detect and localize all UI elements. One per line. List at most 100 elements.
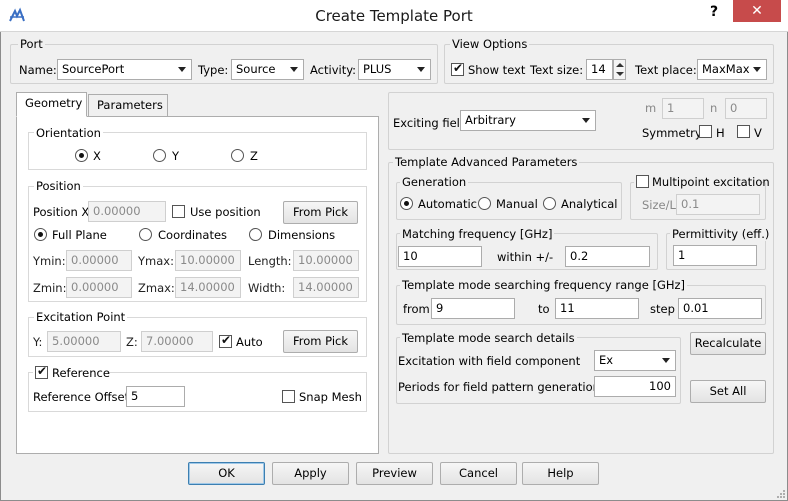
close-button[interactable]: ✕	[733, 0, 781, 22]
chevron-down-icon	[582, 118, 590, 123]
ymax-input[interactable]: 10.00000	[175, 250, 241, 271]
excitation-point-label: Excitation Point	[34, 310, 128, 324]
orientation-x-radio[interactable]	[75, 149, 88, 162]
excitation-z-input[interactable]: 7.00000	[141, 331, 213, 352]
ymin-input[interactable]: 0.00000	[66, 250, 132, 271]
generation-manual-radio[interactable]	[478, 197, 491, 210]
m-input[interactable]: 1	[662, 98, 704, 119]
text-size-label: Text size:	[530, 63, 584, 77]
help-button[interactable]: Help	[522, 462, 599, 485]
orientation-z-radio[interactable]	[231, 149, 244, 162]
excitation-from-pick-button[interactable]: From Pick	[283, 330, 358, 353]
text-size-input[interactable]: 14	[586, 59, 613, 80]
periods-input[interactable]: 100	[594, 376, 676, 397]
from-input[interactable]: 9	[431, 298, 515, 319]
tab-geometry[interactable]: Geometry	[16, 92, 87, 117]
reference-offset-label: Reference Offset	[33, 390, 130, 404]
orientation-y-radio[interactable]	[153, 149, 166, 162]
text-place-combo[interactable]: MaxMax	[697, 59, 767, 80]
multipoint-checkbox[interactable]	[636, 175, 649, 188]
symmetry-label: Symmetry	[642, 126, 702, 140]
length-input[interactable]: 10.00000	[293, 250, 359, 271]
position-from-pick-button[interactable]: From Pick	[283, 201, 358, 224]
generation-label: Generation	[400, 175, 469, 189]
snap-mesh-label: Snap Mesh	[299, 390, 362, 404]
excitation-y-input[interactable]: 5.00000	[47, 331, 121, 352]
full-plane-radio[interactable]	[34, 228, 47, 241]
from-label: from	[403, 302, 430, 316]
cancel-button[interactable]: Cancel	[440, 462, 517, 485]
type-combo[interactable]: Source	[231, 59, 304, 80]
field-component-combo[interactable]: Ex	[594, 350, 676, 371]
n-input[interactable]: 0	[725, 98, 767, 119]
generation-analytical-label: Analytical	[561, 197, 618, 211]
name-combo[interactable]: SourcePort	[57, 59, 192, 80]
m-label: m	[645, 101, 657, 115]
zmin-label: Zmin:	[33, 281, 67, 295]
sizel-label: Size/L	[642, 198, 676, 212]
port-group-label: Port	[18, 37, 45, 51]
generation-manual-label: Manual	[496, 197, 538, 211]
activity-combo[interactable]: PLUS	[358, 59, 431, 80]
use-position-checkbox[interactable]	[172, 205, 185, 218]
orientation-z-label: Z	[250, 149, 258, 163]
matching-frequency-label: Matching frequency [GHz]	[400, 227, 555, 241]
symmetry-v-label: V	[754, 126, 762, 140]
to-input[interactable]: 11	[555, 298, 639, 319]
width-input[interactable]: 14.00000	[293, 277, 359, 298]
permittivity-input[interactable]: 1	[673, 245, 757, 266]
preview-button[interactable]: Preview	[356, 462, 433, 485]
use-position-label: Use position	[190, 205, 261, 219]
show-text-label: Show text	[468, 63, 526, 77]
spin-up-icon	[616, 63, 624, 67]
tab-parameters[interactable]: Parameters	[88, 94, 168, 116]
auto-checkbox[interactable]	[219, 333, 232, 348]
dimensions-label: Dimensions	[268, 228, 336, 242]
exciting-field-combo[interactable]: Arbitrary	[460, 110, 596, 131]
apply-button[interactable]: Apply	[272, 462, 349, 485]
orientation-x-label: X	[93, 149, 101, 163]
type-combo-value: Source	[236, 62, 276, 76]
view-options-group-label: View Options	[450, 37, 530, 51]
zmax-input[interactable]: 14.00000	[175, 277, 241, 298]
search-details-label: Template mode search details	[400, 331, 577, 345]
excitation-z-label: Z:	[126, 335, 138, 349]
reference-checkbox[interactable]	[35, 364, 48, 379]
generation-analytical-radio[interactable]	[543, 197, 556, 210]
set-all-button[interactable]: Set All	[690, 380, 766, 403]
text-place-combo-value: MaxMax	[702, 62, 750, 76]
orientation-y-label: Y	[172, 149, 180, 163]
dimensions-radio[interactable]	[249, 228, 262, 241]
search-range-label: Template mode searching frequency range …	[400, 278, 688, 292]
ymax-label: Ymax:	[138, 254, 174, 268]
window-title: Create Template Port	[315, 7, 473, 25]
zmax-label: Zmax:	[138, 281, 175, 295]
matching-frequency-input[interactable]: 10	[398, 246, 482, 267]
step-label: step	[650, 302, 675, 316]
orientation-label: Orientation	[34, 126, 103, 140]
coordinates-radio[interactable]	[139, 228, 152, 241]
show-text-checkbox[interactable]	[451, 61, 464, 76]
reference-offset-input[interactable]: 5	[126, 386, 185, 407]
auto-label: Auto	[236, 335, 263, 349]
within-label: within +/-	[497, 250, 554, 264]
text-size-spinner[interactable]	[613, 59, 626, 80]
sizel-input[interactable]: 0.1	[676, 194, 760, 215]
generation-automatic-label: Automatic	[418, 197, 477, 211]
step-input[interactable]: 0.01	[678, 298, 762, 319]
zmin-input[interactable]: 0.00000	[66, 277, 132, 298]
position-x-input[interactable]: 0.00000	[88, 201, 166, 222]
within-input[interactable]: 0.2	[565, 246, 650, 267]
activity-combo-value: PLUS	[363, 62, 392, 76]
generation-automatic-radio[interactable]	[400, 197, 413, 210]
resize-grip-icon[interactable]	[776, 489, 786, 499]
help-icon[interactable]: ?	[703, 4, 725, 24]
recalculate-button[interactable]: Recalculate	[690, 332, 766, 355]
ok-button[interactable]: OK	[188, 462, 265, 485]
field-component-combo-value: Ex	[599, 353, 614, 367]
chevron-down-icon	[290, 67, 298, 72]
symmetry-h-checkbox[interactable]	[699, 125, 712, 138]
snap-mesh-checkbox[interactable]	[282, 390, 295, 403]
symmetry-h-label: H	[716, 126, 725, 140]
symmetry-v-checkbox[interactable]	[737, 125, 750, 138]
